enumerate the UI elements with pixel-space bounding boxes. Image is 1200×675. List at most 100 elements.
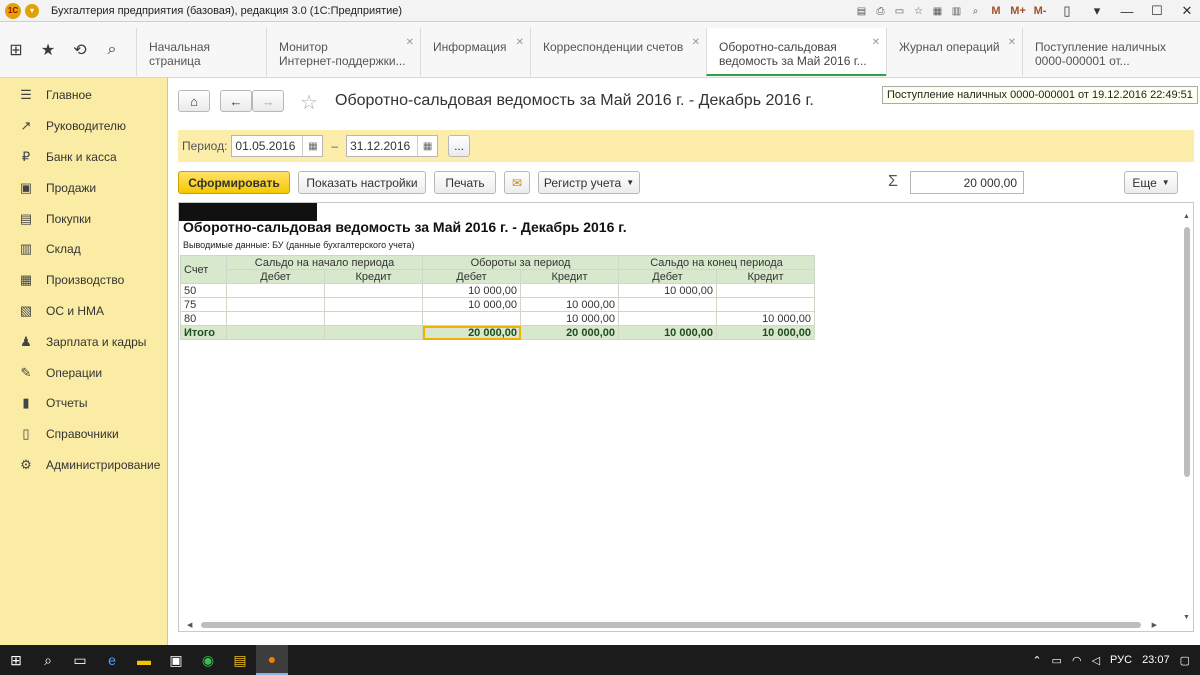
more-dropdown[interactable]: Еще ▼ xyxy=(1124,171,1178,194)
favorite-icon[interactable]: ☆ xyxy=(910,3,927,20)
sidebar-item-warehouse[interactable]: ▥ Склад xyxy=(0,234,167,265)
cell-turn-credit[interactable]: 10 000,00 xyxy=(520,311,619,326)
scroll-left-icon[interactable]: ◀ xyxy=(187,621,192,629)
cell-turn-debit[interactable] xyxy=(422,311,521,326)
tab-start-page[interactable]: Начальная страница xyxy=(136,28,266,76)
wifi-icon[interactable]: ◠ xyxy=(1072,654,1082,667)
chrome-button[interactable]: ◉ xyxy=(192,645,224,675)
cell-close-debit[interactable] xyxy=(618,297,717,312)
sidebar-item-manager[interactable]: ↗ Руководителю xyxy=(0,111,167,142)
sidebar-item-catalogs[interactable]: ▯ Справочники xyxy=(0,419,167,450)
sidebar-item-bank[interactable]: ₽ Банк и касса xyxy=(0,142,167,173)
sidebar-item-admin[interactable]: ⚙ Администрирование xyxy=(0,450,167,481)
report-document[interactable]: Оборотно-сальдовая ведомость за Май 2016… xyxy=(178,202,1194,632)
calendar-icon[interactable]: ▦ xyxy=(929,3,946,20)
cell-close-credit[interactable] xyxy=(716,297,815,312)
cell-account[interactable]: 50 xyxy=(180,283,227,298)
apps-grid-icon[interactable]: ⊞ xyxy=(0,40,32,60)
sidebar-item-operations[interactable]: ✎ Операции xyxy=(0,357,167,388)
close-tab-icon[interactable]: ✕ xyxy=(516,36,524,50)
email-button[interactable]: ✉ xyxy=(504,171,530,194)
favorite-star-icon[interactable]: ☆ xyxy=(300,90,318,115)
period-select-button[interactable]: ... xyxy=(448,135,471,157)
onec-button[interactable]: ● xyxy=(256,645,288,675)
close-tab-icon[interactable]: ✕ xyxy=(1008,36,1016,50)
scroll-thumb[interactable] xyxy=(1184,227,1190,477)
calendar-icon[interactable]: ▦ xyxy=(302,136,322,156)
cell-total-label[interactable]: Итого xyxy=(180,325,227,340)
layout-icon[interactable]: ▯ xyxy=(1054,1,1080,21)
close-tab-icon[interactable]: ✕ xyxy=(692,36,700,50)
save-icon[interactable]: ▤ xyxy=(853,3,870,20)
generate-button[interactable]: Сформировать xyxy=(178,171,290,194)
main-menu-icon[interactable]: ▾ xyxy=(25,3,39,18)
sidebar-item-reports[interactable]: ▮ Отчеты xyxy=(0,388,167,419)
cell-turn-debit[interactable]: 10 000,00 xyxy=(422,283,521,298)
minimize-button[interactable]: — xyxy=(1114,1,1140,21)
tab-info[interactable]: Информация ✕ xyxy=(420,28,530,76)
cell-open-credit[interactable] xyxy=(324,311,423,326)
home-button[interactable]: ⌂ xyxy=(178,90,210,112)
cell-close-debit[interactable]: 10 000,00 xyxy=(618,283,717,298)
back-button[interactable]: ← xyxy=(220,90,252,112)
memory-minus-button[interactable]: M- xyxy=(1030,3,1050,20)
cell-open-credit[interactable] xyxy=(324,297,423,312)
search-icon[interactable]: ⌕ xyxy=(96,41,128,59)
sidebar-item-production[interactable]: ▦ Производство xyxy=(0,265,167,296)
show-settings-button[interactable]: Показать настройки xyxy=(298,171,426,194)
history-icon[interactable]: ⟲ xyxy=(64,40,96,60)
edge-button[interactable]: e xyxy=(96,645,128,675)
memory-button[interactable]: M xyxy=(986,3,1006,20)
cell-open-credit[interactable] xyxy=(324,283,423,298)
cell-turn-credit[interactable] xyxy=(520,283,619,298)
cell-open-debit[interactable] xyxy=(226,325,325,340)
cell-account[interactable]: 80 xyxy=(180,311,227,326)
sidebar-item-salary[interactable]: ♟ Зарплата и кадры xyxy=(0,326,167,357)
search-button[interactable]: ⌕ xyxy=(32,645,64,675)
notifications-icon[interactable]: ▢ xyxy=(1180,654,1190,667)
horizontal-scrollbar[interactable]: ◀ ▶ xyxy=(187,621,1157,629)
tab-cash-receipt[interactable]: Поступление наличных 0000-000001 от... xyxy=(1022,28,1190,76)
task-view-button[interactable]: ▭ xyxy=(64,645,96,675)
cell-turn-debit-selected[interactable]: 20 000,00 xyxy=(422,325,521,340)
date-from-field[interactable]: 01.05.2016 ▦ xyxy=(231,135,324,157)
chevron-up-icon[interactable]: ⌃ xyxy=(1032,654,1041,667)
calculator-icon[interactable]: ▥ xyxy=(948,3,965,20)
cell-turn-credit[interactable]: 20 000,00 xyxy=(520,325,619,340)
clock[interactable]: 23:07 xyxy=(1142,654,1170,666)
sum-field[interactable]: 20 000,00 xyxy=(910,171,1024,194)
store-button[interactable]: ▣ xyxy=(160,645,192,675)
tab-journal[interactable]: Журнал операций ✕ xyxy=(886,28,1022,76)
maximize-button[interactable]: ☐ xyxy=(1144,1,1170,21)
explorer-button[interactable]: ▬ xyxy=(128,645,160,675)
date-to-field[interactable]: 31.12.2016 ▦ xyxy=(346,135,439,157)
cell-turn-credit[interactable]: 10 000,00 xyxy=(520,297,619,312)
cell-close-credit[interactable] xyxy=(716,283,815,298)
tab-correspondence[interactable]: Корреспонденции счетов ✕ xyxy=(530,28,706,76)
cell-turn-debit[interactable]: 10 000,00 xyxy=(422,297,521,312)
sidebar-item-sales[interactable]: ▣ Продажи xyxy=(0,172,167,203)
favorites-star-icon[interactable]: ★ xyxy=(32,40,64,60)
sidebar-item-main[interactable]: ☰ Главное xyxy=(0,80,167,111)
cell-account[interactable]: 75 xyxy=(180,297,227,312)
sidebar-item-purchases[interactable]: ▤ Покупки xyxy=(0,203,167,234)
start-button[interactable]: ⊞ xyxy=(0,645,32,675)
network-icon[interactable]: ▭ xyxy=(1052,654,1062,667)
scroll-thumb[interactable] xyxy=(201,622,1141,628)
cell-close-debit[interactable] xyxy=(618,311,717,326)
register-dropdown[interactable]: Регистр учета ▼ xyxy=(538,171,640,194)
vertical-scrollbar[interactable]: ▲ ▼ xyxy=(1183,213,1191,621)
volume-icon[interactable]: ◁ xyxy=(1092,654,1100,667)
memory-plus-button[interactable]: M+ xyxy=(1008,3,1028,20)
cell-open-debit[interactable] xyxy=(226,311,325,326)
close-button[interactable]: ✕ xyxy=(1174,1,1200,21)
sidebar-item-assets[interactable]: ▧ ОС и НМА xyxy=(0,296,167,327)
calendar-icon[interactable]: ▦ xyxy=(417,136,437,156)
cell-close-debit[interactable]: 10 000,00 xyxy=(618,325,717,340)
scroll-down-icon[interactable]: ▼ xyxy=(1183,614,1190,621)
cell-open-credit[interactable] xyxy=(324,325,423,340)
forward-button[interactable]: → xyxy=(252,90,284,112)
tab-osv[interactable]: Оборотно-сальдовая ведомость за Май 2016… xyxy=(706,28,886,76)
scroll-right-icon[interactable]: ▶ xyxy=(1152,621,1157,629)
language-indicator[interactable]: РУС xyxy=(1110,654,1132,666)
